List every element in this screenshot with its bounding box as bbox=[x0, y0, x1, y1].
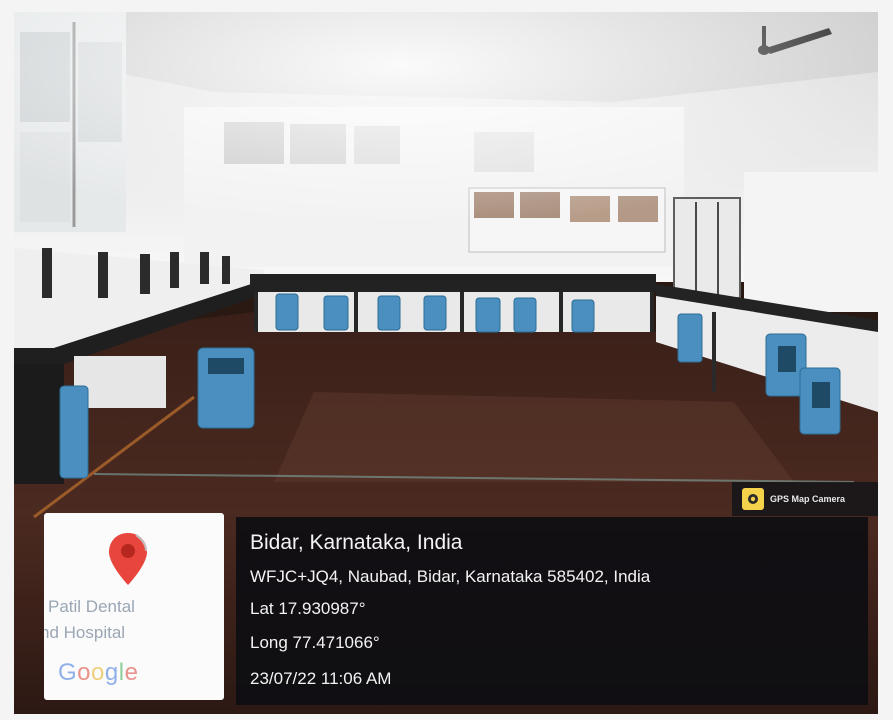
location-pin-icon bbox=[109, 533, 147, 585]
badge-label: GPS Map Camera bbox=[770, 494, 846, 504]
geotagged-photo: GPS Map Camera Patil Dental nd Hospital … bbox=[14, 12, 878, 714]
google-logo: Google bbox=[58, 659, 139, 686]
latitude-value: Lat 17.930987° bbox=[250, 599, 366, 618]
gps-map-camera-badge: GPS Map Camera bbox=[732, 482, 878, 516]
location-title: Bidar, Karnataka, India bbox=[250, 531, 463, 554]
map-place-label-line2: nd Hospital bbox=[44, 623, 126, 642]
location-address: WFJC+JQ4, Naubad, Bidar, Karnataka 58540… bbox=[250, 567, 651, 586]
longitude-value: Long 77.471066° bbox=[250, 633, 380, 652]
camera-icon bbox=[742, 488, 764, 510]
location-info-card: Bidar, Karnataka, India WFJC+JQ4, Naubad… bbox=[236, 517, 868, 705]
capture-datetime: 23/07/22 11:06 AM bbox=[250, 669, 392, 688]
map-place-label-line1: Patil Dental bbox=[48, 597, 135, 616]
map-thumbnail: Patil Dental nd Hospital Google bbox=[44, 513, 224, 700]
